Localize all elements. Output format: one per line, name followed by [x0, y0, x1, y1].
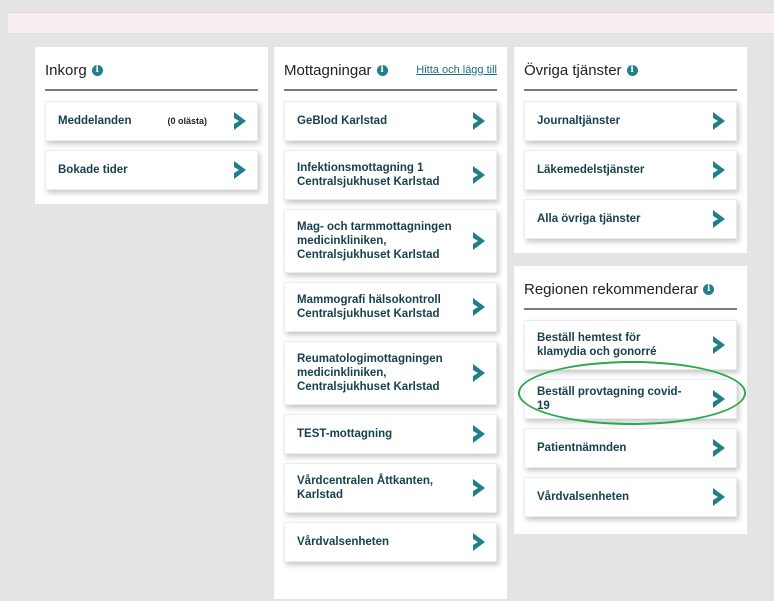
chevron-right-icon [713, 112, 725, 130]
chevron-right-icon [713, 390, 725, 408]
item-label: Mammografi hälsokontroll Centralsjukhuse… [297, 294, 441, 320]
chevron-right-icon [713, 336, 725, 354]
item-label: Alla övriga tjänster [537, 213, 641, 225]
service-item[interactable]: Journaltjänster [524, 101, 737, 141]
recommended-item-covid-test[interactable]: Beställ provtagning covid-19 [524, 379, 737, 419]
info-icon[interactable]: i [703, 283, 715, 295]
item-label: Bokade tider [58, 164, 128, 176]
chevron-right-icon [473, 533, 485, 551]
item-label: Patientnämnden [537, 442, 627, 454]
clinic-item[interactable]: Reumatologimottagningen medicinkliniken,… [284, 341, 497, 405]
item-label: Reumatologimottagningen medicinkliniken,… [297, 353, 443, 393]
item-label: Vårdvalsenheten [297, 536, 390, 548]
other-services-title: Övriga tjänster [524, 61, 622, 79]
chevron-right-icon [473, 112, 485, 130]
item-label: Beställ provtagning covid-19 [537, 386, 682, 412]
item-label: Läkemedelstjänster [537, 164, 645, 176]
chevron-right-icon [713, 439, 725, 457]
chevron-right-icon [473, 479, 485, 497]
recommended-item[interactable]: Vårdvalsenheten [524, 477, 737, 517]
item-label: TEST-mottagning [297, 428, 393, 440]
chevron-right-icon [473, 166, 485, 184]
chevron-right-icon [713, 210, 725, 228]
clinics-title: Mottagningar [284, 61, 372, 79]
chevron-right-icon [473, 425, 485, 443]
chevron-right-icon [234, 161, 246, 179]
clinic-item[interactable]: Infektionsmottagning 1 Centralsjukhuset … [284, 150, 497, 200]
info-icon[interactable]: i [376, 64, 388, 76]
clinic-item[interactable]: Vårdcentralen Åttkanten, Karlstad [284, 463, 497, 513]
info-icon[interactable]: i [626, 64, 638, 76]
info-icon[interactable]: i [91, 64, 103, 76]
recommended-item[interactable]: Beställ hemtest för klamydia och gonorré [524, 320, 737, 370]
item-label: Infektionsmottagning 1 Centralsjukhuset … [297, 162, 440, 188]
other-services-header: Övriga tjänster i [524, 59, 737, 91]
chevron-right-icon [234, 112, 246, 130]
service-item[interactable]: Alla övriga tjänster [524, 199, 737, 239]
other-services-panel: Övriga tjänster i Journaltjänster Läkeme… [514, 47, 747, 253]
chevron-right-icon [713, 161, 725, 179]
inbox-panel: Inkorg i Meddelanden (0 olästa) Bokade t… [35, 47, 268, 204]
service-item[interactable]: Läkemedelstjänster [524, 150, 737, 190]
clinic-item[interactable]: Mammografi hälsokontroll Centralsjukhuse… [284, 282, 497, 332]
item-label: GeBlod Karlstad [297, 115, 388, 127]
recommended-title: Regionen rekommenderar [524, 280, 699, 298]
clinic-item[interactable]: Mag- och tarmmottagningen medicinklinike… [284, 209, 497, 273]
inbox-item-messages[interactable]: Meddelanden (0 olästa) [45, 101, 258, 141]
item-label: Journaltjänster [537, 115, 621, 127]
top-banner [8, 12, 774, 34]
inbox-item-bookings[interactable]: Bokade tider [45, 150, 258, 190]
find-and-add-link[interactable]: Hitta och lägg till [416, 64, 497, 76]
item-label: Mag- och tarmmottagningen medicinklinike… [297, 221, 452, 261]
clinics-panel: Mottagningar i Hitta och lägg till GeBlo… [274, 47, 507, 599]
recommended-item[interactable]: Patientnämnden [524, 428, 737, 468]
item-label: Beställ hemtest för klamydia och gonorré [537, 332, 657, 358]
item-label: Meddelanden [58, 115, 132, 127]
chevron-right-icon [473, 232, 485, 250]
clinics-header: Mottagningar i Hitta och lägg till [284, 59, 497, 91]
item-label: Vårdvalsenheten [537, 491, 630, 503]
inbox-header: Inkorg i [45, 59, 258, 91]
clinic-item[interactable]: Vårdvalsenheten [284, 522, 497, 562]
item-label: Vårdcentralen Åttkanten, Karlstad [297, 475, 434, 501]
unread-count-badge: (0 olästa) [167, 116, 207, 126]
chevron-right-icon [713, 488, 725, 506]
recommended-header: Regionen rekommenderar i [524, 278, 737, 310]
chevron-right-icon [473, 364, 485, 382]
clinic-item[interactable]: TEST-mottagning [284, 414, 497, 454]
chevron-right-icon [473, 298, 485, 316]
recommended-panel: Regionen rekommenderar i Beställ hemtest… [514, 266, 747, 534]
clinic-item[interactable]: GeBlod Karlstad [284, 101, 497, 141]
inbox-title: Inkorg [45, 61, 87, 79]
